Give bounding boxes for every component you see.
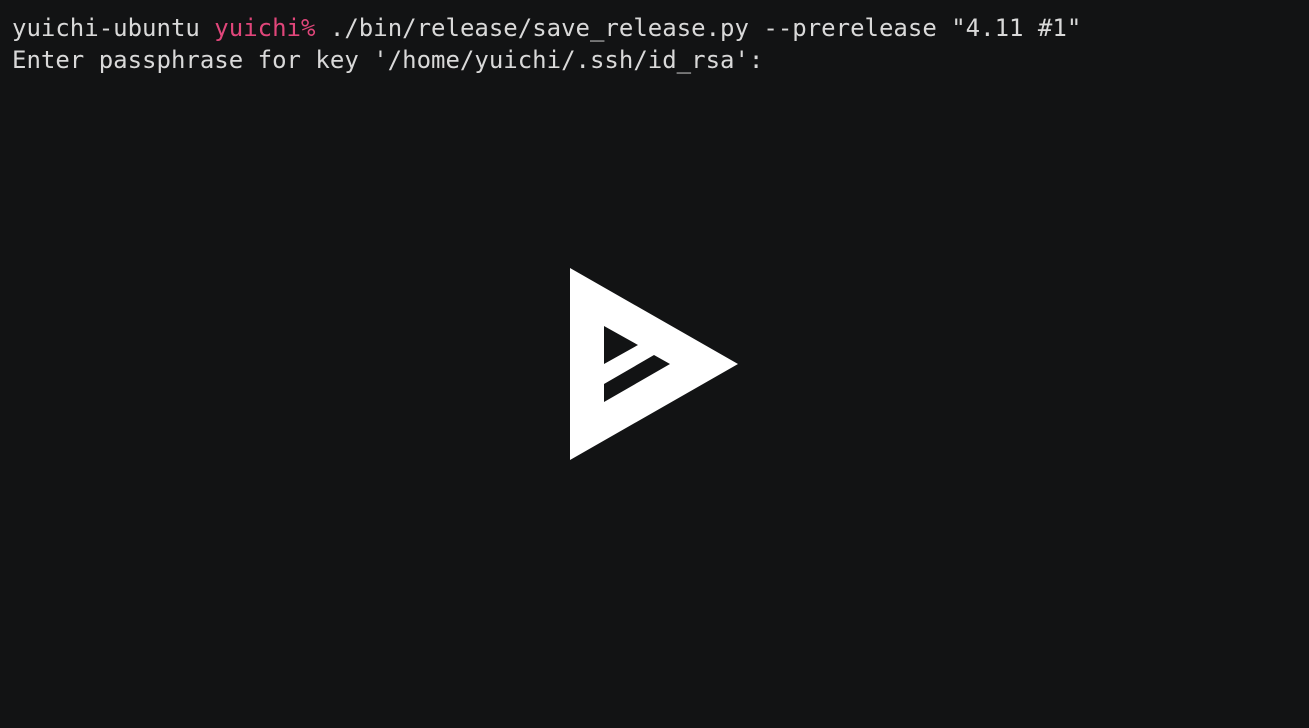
- prompt-user: yuichi%: [214, 14, 316, 42]
- prompt-host: yuichi-ubuntu: [12, 14, 200, 42]
- passphrase-prompt-text: Enter passphrase for key '/home/yuichi/.…: [12, 46, 764, 74]
- terminal-screen: yuichi-ubuntu yuichi% ./bin/release/save…: [0, 0, 1309, 728]
- command-text: ./bin/release/save_release.py --prerelea…: [329, 14, 1082, 42]
- terminal-line-command: yuichi-ubuntu yuichi% ./bin/release/save…: [12, 12, 1081, 44]
- asciinema-play-icon: [570, 268, 738, 460]
- play-button[interactable]: [570, 268, 738, 460]
- terminal-line-passphrase-prompt: Enter passphrase for key '/home/yuichi/.…: [12, 44, 1081, 76]
- terminal-output: yuichi-ubuntu yuichi% ./bin/release/save…: [12, 12, 1081, 76]
